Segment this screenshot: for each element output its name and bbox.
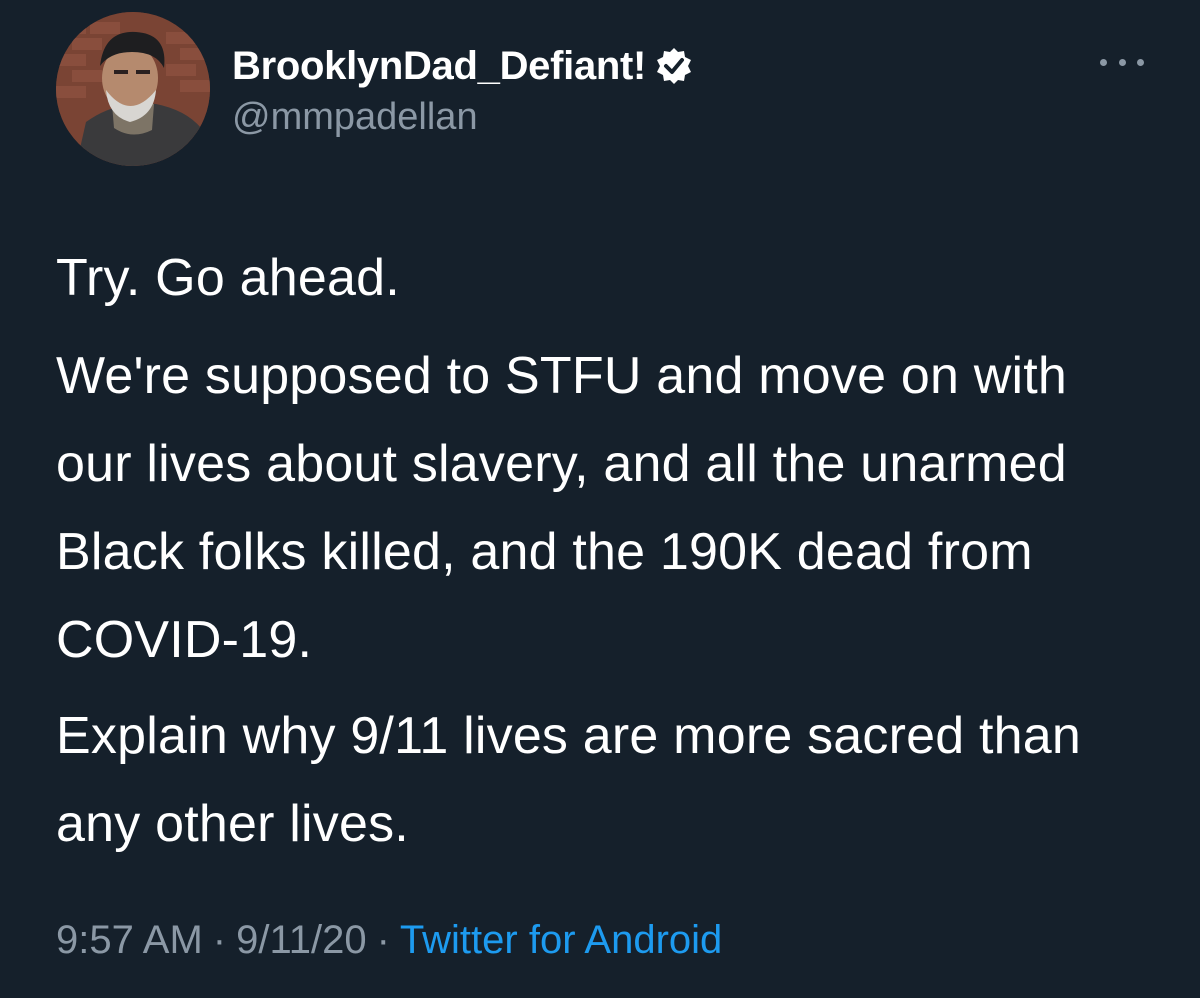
tweet-paragraph: Explain why 9/11 lives are more sacred t… xyxy=(56,707,1082,853)
tweet-paragraph: We're supposed to STFU and move on with … xyxy=(56,347,1068,669)
profile-photo-icon xyxy=(56,12,210,166)
ellipsis-icon-dot xyxy=(1118,58,1126,66)
tweet-date[interactable]: 9/11/20 xyxy=(236,918,367,963)
tweet-source-link[interactable]: Twitter for Android xyxy=(400,918,722,963)
tweet-metadata: 9:57 AM · 9/11/20 · Twitter for Android xyxy=(56,918,722,963)
ellipsis-icon xyxy=(1100,58,1107,66)
tweet-body: Try. Go ahead. We're supposed to STFU an… xyxy=(56,234,1156,876)
separator: · xyxy=(376,918,390,962)
tweet-time[interactable]: 9:57 AM xyxy=(56,918,203,963)
tweet-card: BrooklynDad_Defiant! @mmpadellan Try. Go… xyxy=(0,0,1200,998)
avatar[interactable] xyxy=(56,12,210,166)
tweet-paragraph: Try. Go ahead. xyxy=(56,249,400,307)
user-handle[interactable]: @mmpadellan xyxy=(232,96,694,139)
display-name[interactable]: BrooklynDad_Defiant! xyxy=(232,44,646,89)
ellipsis-icon-dot xyxy=(1137,58,1144,66)
separator: · xyxy=(212,918,227,962)
more-options-button[interactable] xyxy=(1100,48,1144,76)
verified-badge-icon xyxy=(654,46,694,86)
name-row: BrooklynDad_Defiant! xyxy=(232,38,694,94)
tweet-header: BrooklynDad_Defiant! @mmpadellan xyxy=(232,38,694,139)
